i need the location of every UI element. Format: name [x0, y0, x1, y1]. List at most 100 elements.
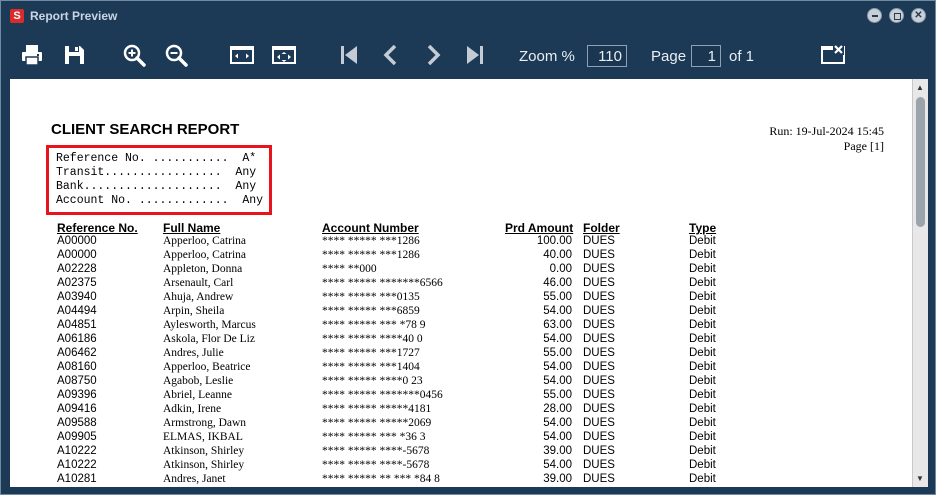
folder-cell: DUES: [583, 431, 615, 443]
app-icon: S: [10, 9, 24, 23]
close-report-button[interactable]: [820, 43, 846, 67]
type-cell: Debit: [689, 277, 716, 289]
account-number-cell: **** ***** *** *36 3: [322, 431, 426, 443]
reference-cell: A09396: [57, 389, 97, 401]
full-name-cell: Abriel, Leanne: [163, 389, 232, 401]
page-number: Page [1]: [843, 139, 884, 153]
type-cell: Debit: [689, 375, 716, 387]
zoom-out-button[interactable]: [164, 43, 190, 67]
first-page-button[interactable]: [336, 43, 362, 67]
account-number-cell: **** ***** ****-5678: [322, 459, 430, 471]
folder-cell: DUES: [583, 333, 615, 345]
table-row: A02375 Arsenault, Carl **** ***** *******6…: [10, 277, 912, 291]
full-name-cell: Askola, Flor De Liz: [163, 333, 255, 345]
save-button[interactable]: [61, 43, 87, 67]
folder-cell: DUES: [583, 389, 615, 401]
report-title: CLIENT SEARCH REPORT: [51, 121, 240, 138]
account-number-cell: **** ***** *****4181: [322, 403, 432, 415]
folder-cell: DUES: [583, 235, 615, 247]
folder-cell: DUES: [583, 473, 615, 485]
close-window-button[interactable]: ✕: [911, 8, 926, 23]
account-number-cell: **** ***** ***1286: [322, 235, 420, 247]
prd-amount-cell: 40.00: [543, 249, 572, 261]
table-row: A06462 Andres, Julie **** ***** ***1727 55.…: [10, 347, 912, 361]
reference-cell: A00000: [57, 249, 97, 261]
prd-amount-cell: 63.00: [543, 319, 572, 331]
report-preview-window: S Report Preview ✕ Zoom % 110 Page 1 of …: [0, 0, 936, 495]
table-row: A10281 Andres, Janet **** ***** ** *** *84…: [10, 473, 912, 487]
type-cell: Debit: [689, 305, 716, 317]
full-name-cell: Atkinson, Shirley: [163, 445, 245, 457]
next-page-button[interactable]: [420, 43, 446, 67]
type-cell: Debit: [689, 445, 716, 457]
page-input[interactable]: [691, 45, 721, 67]
zoom-in-button[interactable]: [122, 43, 148, 67]
vertical-scrollbar[interactable]: ▲ ▼: [912, 79, 928, 487]
prd-amount-cell: 28.00: [543, 403, 572, 415]
last-page-icon: [467, 46, 483, 64]
prd-amount-cell: 54.00: [543, 459, 572, 471]
last-page-button[interactable]: [462, 43, 488, 67]
criteria-bank: Bank.................... Any: [56, 180, 257, 193]
fit-width-button[interactable]: [229, 43, 255, 67]
maximize-button[interactable]: [889, 8, 904, 23]
reference-cell: A06462: [57, 347, 97, 359]
account-number-cell: **** ***** ***1727: [322, 347, 420, 359]
folder-cell: DUES: [583, 319, 615, 331]
run-timestamp: Run: 19-Jul-2024 15:45: [769, 124, 884, 138]
fit-page-button[interactable]: [271, 43, 297, 67]
table-row: A09396 Abriel, Leanne **** ***** *******04…: [10, 389, 912, 403]
account-number-cell: **** ***** *** *78 9: [322, 319, 426, 331]
full-name-cell: Apperloo, Catrina: [163, 235, 247, 247]
reference-cell: A06186: [57, 333, 97, 345]
folder-cell: DUES: [583, 305, 615, 317]
scroll-up-arrow-icon[interactable]: ▲: [916, 83, 924, 92]
print-button[interactable]: [19, 43, 45, 67]
reference-cell: A04494: [57, 305, 97, 317]
column-header-type: Type: [689, 221, 717, 235]
column-header-account-number: Account Number: [322, 221, 419, 235]
zoom-input[interactable]: [587, 45, 627, 67]
scroll-down-arrow-icon[interactable]: ▼: [916, 474, 924, 483]
type-cell: Debit: [689, 473, 716, 485]
folder-cell: DUES: [583, 459, 615, 471]
full-name-cell: ELMAS, IKBAL: [163, 431, 243, 443]
close-icon: ✕: [914, 10, 923, 21]
page-count-label: of 1: [729, 48, 755, 65]
report-page: CLIENT SEARCH REPORT Run: 19-Jul-2024 15…: [10, 79, 912, 487]
type-cell: Debit: [689, 291, 716, 303]
zoom-label: Zoom %: [519, 48, 575, 65]
type-cell: Debit: [689, 347, 716, 359]
account-number-cell: **** ***** ****0 23: [322, 375, 423, 387]
type-cell: Debit: [689, 431, 716, 443]
table-row: A00000 Apperloo, Catrina **** ***** ***128…: [10, 249, 912, 263]
full-name-cell: Andres, Janet: [163, 473, 226, 485]
first-page-icon: [341, 46, 357, 64]
type-cell: Debit: [689, 249, 716, 261]
column-header-full-name: Full Name: [163, 221, 221, 235]
account-number-cell: **** ***** ***0135: [322, 291, 420, 303]
prd-amount-cell: 39.00: [543, 445, 572, 457]
minimize-button[interactable]: [867, 8, 882, 23]
folder-cell: DUES: [583, 263, 615, 275]
scrollbar-thumb[interactable]: [916, 97, 925, 227]
prd-amount-cell: 54.00: [543, 375, 572, 387]
prd-amount-cell: 54.00: [543, 333, 572, 345]
previous-page-button[interactable]: [378, 43, 404, 67]
account-number-cell: **** ***** *******0456: [322, 389, 443, 401]
fit-page-icon: [272, 46, 296, 64]
reference-cell: A03940: [57, 291, 97, 303]
account-number-cell: **** ***** ***6859: [322, 305, 420, 317]
prd-amount-cell: 55.00: [543, 389, 572, 401]
criteria-reference: Reference No. ........... A*: [56, 152, 257, 165]
column-header-prd-amount: Prd Amount: [505, 221, 574, 235]
table-row: A08160 Apperloo, Beatrice **** ***** ***14…: [10, 361, 912, 375]
full-name-cell: Appleton, Donna: [163, 263, 243, 275]
close-report-icon: [821, 45, 845, 64]
prd-amount-cell: 46.00: [543, 277, 572, 289]
folder-cell: DUES: [583, 445, 615, 457]
reference-cell: A09905: [57, 431, 97, 443]
table-row: A00000 Apperloo, Catrina **** ***** ***128…: [10, 235, 912, 249]
reference-cell: A10281: [57, 473, 97, 485]
prd-amount-cell: 54.00: [543, 417, 572, 429]
